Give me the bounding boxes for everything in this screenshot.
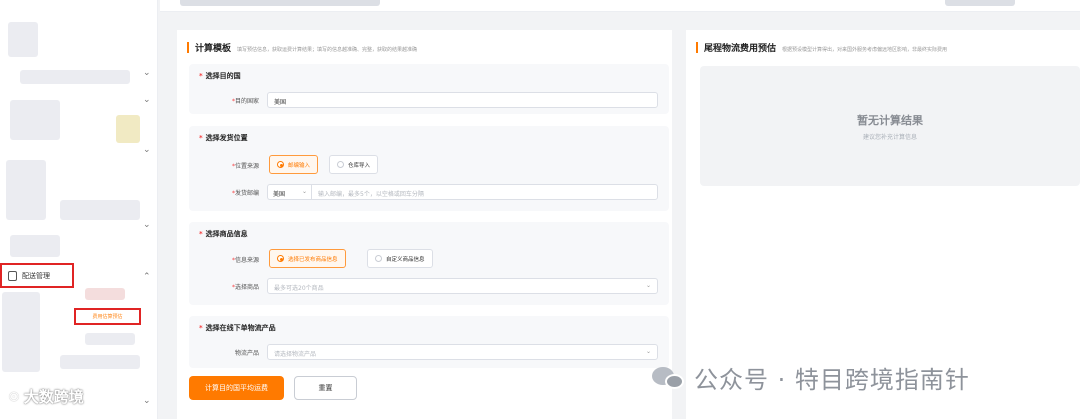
chevron-down-icon: ⌄ (645, 348, 651, 355)
blurred-menu-item (10, 100, 60, 140)
radio-custom-product[interactable]: 自定义商品信息 (367, 249, 433, 268)
top-bar-blurred-element (180, 0, 380, 6)
chevron-down-icon[interactable]: ⌄ (143, 220, 151, 230)
sidebar-item-label: 配送管理 (22, 271, 50, 280)
brand-logo-icon: ⊙ (8, 388, 20, 405)
panel-title: 尾程物流费用预估 (704, 44, 777, 54)
radio-zip-input[interactable]: 邮编输入 (269, 155, 319, 174)
field-label: *发货邮编 (231, 190, 259, 197)
logistics-product-row: 物流产品 请选择物流产品 ⌄ (189, 344, 669, 360)
chevron-down-icon: ⌄ (645, 282, 651, 289)
radio-published-product[interactable]: 选择已发布商品信息 (269, 249, 346, 268)
reset-button[interactable]: 重置 (294, 376, 357, 400)
blurred-menu-item (6, 160, 46, 220)
brand-watermark: ⊙ 大数跨境 (8, 386, 84, 407)
field-label: 物流产品 (234, 350, 259, 357)
section-logistics: * 选择在线下单物流产品 物流产品 请选择物流产品 ⌄ (189, 316, 669, 368)
origin-zip-row: *发货邮编 美国 ⌄ 输入邮编，最多5个，以空格或回车分隔 (189, 184, 669, 200)
blurred-menu-item (10, 235, 60, 257)
top-bar (160, 0, 1080, 12)
chevron-down-icon[interactable]: ⌄ (143, 68, 151, 78)
zip-combo: 美国 ⌄ 输入邮编，最多5个，以空格或回车分隔 (267, 184, 658, 200)
calculation-panel-header: 计算模板 填写预估信息，获取运费计算结果；填写的信息越准确、完整，获取的结果越准… (187, 41, 417, 54)
section-title: * 选择发货位置 (199, 134, 248, 142)
app-root: ⌄ ⌄ ⌄ ⌄ ⌃ ⌄ 配送管理 费用估算预估 ⊙ 大数跨境 计算模板 填写预估… (0, 0, 1080, 419)
field-label: *目的国家 (231, 98, 259, 105)
accent-bar (187, 42, 189, 53)
section-title: * 选择在线下单物流产品 (199, 324, 276, 332)
chevron-down-icon: ⌄ (301, 188, 307, 195)
sidebar-subitem-label: 费用估算预估 (92, 314, 123, 320)
calculate-average-fee-button[interactable]: 计算目的国平均运费 (189, 376, 284, 400)
sidebar-item-delivery-management[interactable]: 配送管理 (0, 263, 74, 288)
product-select-row: *选择商品 最多可选20个商品 ⌄ (189, 278, 669, 294)
radio-label: 自定义商品信息 (386, 256, 425, 263)
watermark-text: 公众号 · 特目跨境指南针 (694, 366, 970, 394)
top-bar-blurred-element (945, 0, 1015, 6)
sidebar-subitem-fee-estimate[interactable]: 费用估算预估 (74, 308, 141, 325)
radio-dot (277, 255, 284, 262)
zip-country-select[interactable]: 美国 ⌄ (267, 184, 311, 200)
section-destination: * 选择目的国 *目的国家 美国 (189, 64, 669, 114)
chevron-down-icon[interactable]: ⌄ (143, 95, 151, 105)
brand-text: 大数跨境 (23, 388, 84, 406)
blurred-menu-item (85, 288, 125, 300)
panel-title: 计算模板 (195, 44, 232, 54)
calculation-panel: 计算模板 填写预估信息，获取运费计算结果；填写的信息越准确、完整，获取的结果越准… (177, 30, 672, 419)
blurred-menu-item (116, 115, 140, 143)
chevron-down-icon[interactable]: ⌄ (143, 396, 151, 406)
field-label: *位置来源 (231, 163, 259, 170)
blurred-menu-item (8, 22, 38, 57)
blurred-menu-item (20, 70, 130, 84)
radio-label: 选择已发布商品信息 (288, 256, 338, 263)
radio-warehouse-import[interactable]: 仓库导入 (329, 155, 379, 174)
chevron-up-icon[interactable]: ⌃ (143, 272, 151, 282)
empty-result-hint: 建议您补充计算信息 (862, 134, 917, 141)
empty-result-title: 暂无计算结果 (857, 114, 923, 127)
sidebar: ⌄ ⌄ ⌄ ⌄ ⌃ ⌄ 配送管理 费用估算预估 ⊙ 大数跨境 (0, 0, 158, 419)
blurred-menu-item (60, 200, 140, 220)
radio-dot (337, 161, 344, 168)
accent-bar (696, 42, 698, 53)
field-label: *信息来源 (231, 257, 259, 264)
chevron-down-icon[interactable]: ⌄ (143, 145, 151, 155)
clipboard-icon (8, 270, 17, 281)
destination-country-row: *目的国家 美国 (189, 92, 669, 108)
radio-dot (375, 255, 382, 262)
blurred-menu-item (2, 292, 40, 372)
zip-code-input[interactable]: 输入邮编，最多5个，以空格或回车分隔 (311, 184, 658, 200)
wechat-watermark: 公众号 · 特目跨境指南针 (652, 360, 970, 395)
wechat-icon (652, 365, 686, 391)
blurred-menu-item (85, 333, 135, 345)
product-source-row: *信息来源 选择已发布商品信息 自定义商品信息 (189, 249, 669, 268)
destination-country-input[interactable]: 美国 (267, 92, 658, 108)
radio-label: 邮编输入 (288, 162, 311, 169)
radio-label: 仓库导入 (348, 162, 371, 169)
panel-description: 根据预设模型计算得出，对来国外服务考虑偏远地区影响，非最终实际费用 (782, 47, 948, 53)
section-product: * 选择商品信息 *信息来源 选择已发布商品信息 自定义商品信息 *选择商品 最多… (189, 222, 669, 305)
radio-dot (277, 161, 284, 168)
section-origin: * 选择发货位置 *位置来源 邮编输入 仓库导入 *发货邮编 美国 ⌄ 输入邮编，最… (189, 126, 669, 211)
empty-result-box: 暂无计算结果 建议您补充计算信息 (700, 66, 1080, 186)
product-select[interactable]: 最多可选20个商品 ⌄ (267, 278, 658, 294)
logistics-product-select[interactable]: 请选择物流产品 ⌄ (267, 344, 658, 360)
section-title: * 选择目的国 (199, 72, 241, 80)
field-label: *选择商品 (231, 284, 259, 291)
blurred-menu-item (60, 355, 140, 369)
origin-source-row: *位置来源 邮编输入 仓库导入 (189, 155, 669, 174)
panel-description: 填写预估信息，获取运费计算结果；填写的信息越准确、完整，获取的结果越准确 (237, 47, 418, 53)
result-panel-header: 尾程物流费用预估 根据预设模型计算得出，对来国外服务考虑偏远地区影响，非最终实际… (696, 41, 947, 54)
section-title: * 选择商品信息 (199, 230, 248, 238)
